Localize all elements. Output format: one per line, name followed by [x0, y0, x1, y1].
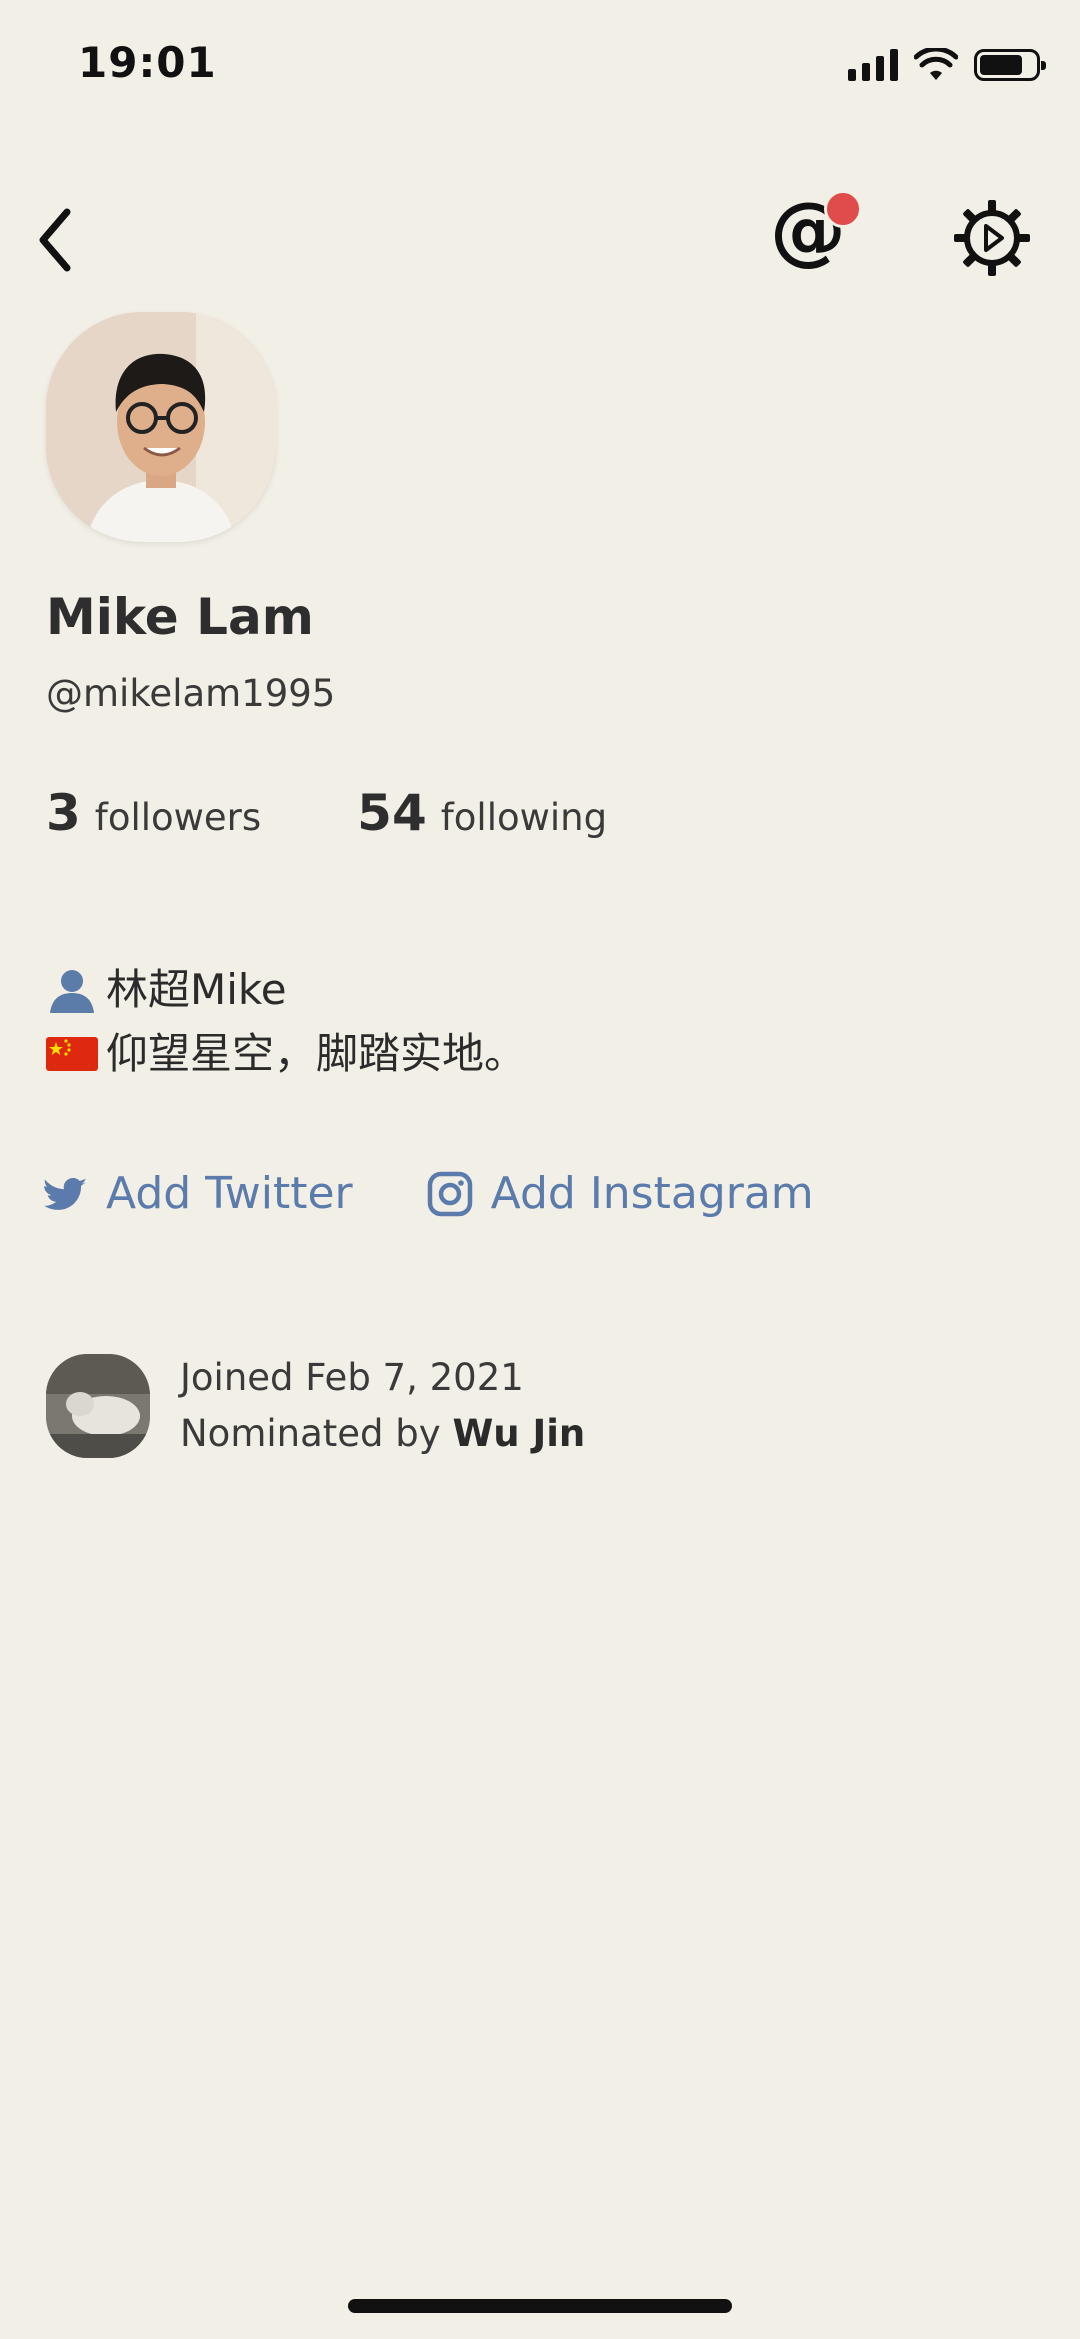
bio: 林超Mike 仰望星空，脚踏实地。	[46, 958, 526, 1086]
notification-dot	[824, 190, 862, 228]
following-count: 54	[357, 784, 427, 842]
profile-avatar[interactable]	[46, 312, 276, 542]
cellular-signal-icon	[848, 49, 898, 81]
avatar-photo	[46, 312, 276, 542]
china-flag-icon	[46, 1037, 98, 1071]
joined-date: Joined Feb 7, 2021	[180, 1356, 524, 1399]
nominator-photo	[46, 1354, 150, 1458]
wifi-icon	[914, 48, 958, 80]
mentions-button[interactable]: @	[760, 190, 870, 290]
twitter-icon	[44, 1175, 88, 1213]
person-silhouette-icon	[50, 970, 94, 1013]
instagram-icon	[427, 1171, 473, 1217]
add-twitter-label: Add Twitter	[106, 1168, 353, 1219]
username: @mikelam1995	[46, 672, 336, 715]
joined-text-block: Joined Feb 7, 2021 Nominated by Wu Jin	[180, 1350, 585, 1462]
social-links: Add Twitter Add Instagram	[44, 1168, 814, 1219]
following-label: following	[440, 796, 608, 839]
display-name: Mike Lam	[46, 588, 314, 646]
status-bar: 19:01	[0, 0, 1080, 130]
add-instagram-link[interactable]: Add Instagram	[427, 1168, 814, 1219]
add-instagram-label: Add Instagram	[490, 1168, 814, 1219]
bio-text: 仰望星空，脚踏实地。	[106, 1029, 527, 1078]
chevron-left-icon	[39, 208, 71, 272]
following-stat[interactable]: 54 following	[357, 784, 607, 842]
battery-icon	[974, 49, 1046, 81]
bio-line: 仰望星空，脚踏实地。	[46, 1022, 526, 1086]
bio-line: 林超Mike	[46, 958, 526, 1022]
settings-button[interactable]	[948, 194, 1036, 282]
followers-label: followers	[94, 796, 262, 839]
followers-count: 3	[46, 784, 81, 842]
status-time: 19:01	[78, 38, 217, 87]
bio-text: 林超Mike	[106, 965, 287, 1014]
followers-stat[interactable]: 3 followers	[46, 784, 261, 842]
nominator-avatar[interactable]	[46, 1354, 150, 1458]
follow-stats: 3 followers 54 following	[46, 784, 607, 842]
back-button[interactable]	[20, 200, 90, 280]
gear-icon	[954, 200, 1030, 276]
nominated-prefix: Nominated by	[180, 1412, 453, 1455]
home-indicator[interactable]	[348, 2299, 732, 2313]
status-icons	[848, 48, 1046, 82]
nominated-by: Nominated by Wu Jin	[180, 1406, 585, 1462]
add-twitter-link[interactable]: Add Twitter	[44, 1168, 353, 1219]
nominator-name[interactable]: Wu Jin	[452, 1412, 585, 1455]
profile-screen: 19:01 @ Mike Lam @mikelam1995 3 follower…	[0, 0, 1080, 2339]
joined-section: Joined Feb 7, 2021 Nominated by Wu Jin	[46, 1350, 585, 1462]
